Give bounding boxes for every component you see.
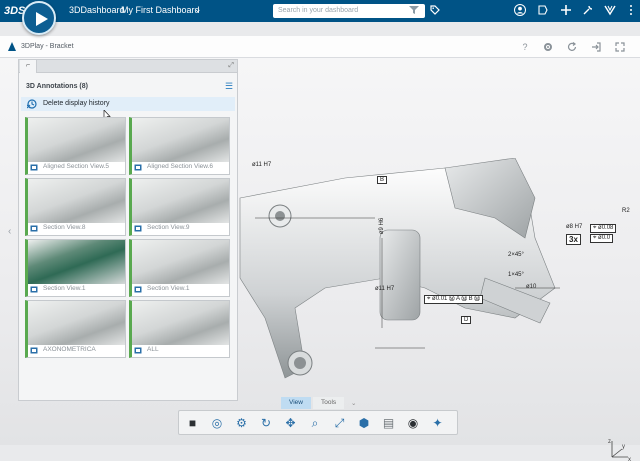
compass-tool-icon[interactable]: ✦ [430, 416, 445, 431]
add-icon[interactable] [560, 4, 572, 16]
thumbnail-preview [132, 240, 229, 284]
menu-icon[interactable]: ☰ [225, 81, 233, 92]
annotations-panel: ⌐ ⤢ 3D Annotations (8) ☰ Delete display … [18, 59, 238, 401]
rotate-icon[interactable]: ↻ [259, 416, 274, 431]
zoom-icon[interactable]: ⌕ [308, 416, 323, 431]
thumbnail-preview [28, 118, 125, 162]
top-bar: 3DS 3DDashboard My First Dashboard ⌄ Sea… [0, 0, 640, 22]
section-view-icon [30, 164, 38, 171]
maximize-icon[interactable] [615, 42, 625, 52]
annotation-label: ø8 H7 [566, 224, 583, 230]
annotation-thumbnail[interactable]: Section View.1 [25, 239, 126, 297]
tag-icon[interactable] [430, 5, 440, 15]
annotation-thumbnail[interactable]: ALL [129, 300, 230, 358]
help-icon[interactable]: ? [520, 42, 530, 52]
thumbnail-preview [28, 179, 125, 223]
compass-icon[interactable] [604, 4, 616, 16]
annotation-label: 1×45° [508, 272, 524, 278]
history-icon [27, 99, 37, 109]
annotation-thumbnail[interactable]: Section View.8 [25, 178, 126, 236]
section-view-icon [134, 164, 142, 171]
3d-viewport[interactable]: ‹ ⌐ ⤢ 3D Annotations (8) ☰ Delete displa… [0, 58, 640, 461]
share-icon[interactable] [537, 4, 549, 16]
bracket-3d-model[interactable] [235, 158, 565, 408]
annotation-label: ø11 H7 [252, 162, 272, 168]
axis-triad-icon: z y x [608, 439, 631, 461]
annotations-tab[interactable]: ⌐ [20, 60, 37, 73]
section-view-icon [30, 286, 38, 293]
measure-icon[interactable]: ◎ [210, 416, 225, 431]
annotation-thumbnail[interactable]: Section View.9 [129, 178, 230, 236]
tab-view[interactable]: View [281, 397, 311, 409]
thumbnail-label: Aligned Section View.5 [43, 163, 110, 170]
thumbnail-label: Section View.1 [147, 285, 190, 292]
collapse-panel-arrow[interactable]: ‹ [8, 226, 11, 237]
chevron-down-icon[interactable]: ⌄ [343, 397, 364, 409]
visibility-icon[interactable]: ◉ [406, 416, 421, 431]
delete-history-label: Delete display history [43, 100, 110, 107]
thumbnail-preview [28, 301, 125, 345]
annotation-thumbnail[interactable]: AXONOMETRICA [25, 300, 126, 358]
view-cube-icon[interactable]: ⬢ [357, 416, 372, 431]
feature-control-frame: ⌖ ø0.0 [590, 234, 614, 243]
annotation-thumbnail[interactable]: Section View.1 [129, 239, 230, 297]
settings-icon[interactable] [543, 42, 553, 52]
expand-icon[interactable]: ⤢ [228, 62, 234, 70]
chevron-down-icon[interactable]: ⌄ [194, 4, 202, 15]
annotation-label: ø10 [526, 284, 537, 290]
annotation-label: ø11 H7 [375, 286, 395, 292]
section-view-icon [30, 347, 38, 354]
brand-label: 3DDashboard [69, 5, 125, 15]
feature-control-frame: ⌖ ø0.01 Ⓜ A Ⓜ B Ⓜ [424, 295, 483, 304]
delete-display-history-button[interactable]: Delete display history [21, 97, 235, 111]
thumbnail-label: Section View.8 [43, 224, 86, 231]
fit-all-icon[interactable]: ⤢ [332, 416, 347, 431]
axis-x: x [628, 457, 631, 461]
panel-title: 3D Annotations (8) [26, 83, 88, 90]
section-icon[interactable]: ▤ [381, 416, 396, 431]
tab-tools[interactable]: Tools [313, 397, 345, 409]
display-mode-icon[interactable]: ■ [185, 416, 200, 431]
thumbnail-label: Aligned Section View.6 [147, 163, 214, 170]
axis-z: z [608, 439, 611, 445]
annotation-label: R2 [622, 208, 630, 214]
app-title: 3DPlay - Bracket [21, 43, 74, 50]
section-view-icon [30, 225, 38, 232]
refresh-icon[interactable] [567, 42, 577, 52]
thumbnail-label: AXONOMETRICA [43, 346, 96, 353]
play-icon [36, 12, 48, 26]
annotation-label: 2×45° [508, 252, 524, 258]
tools-icon[interactable] [582, 4, 594, 16]
annotation-icon[interactable]: ⚙ [234, 416, 249, 431]
app-header: 3DPlay - Bracket ? [0, 36, 640, 58]
datum-b-label: B [377, 176, 388, 184]
annotation-label: ø9 H6 [379, 217, 386, 235]
section-view-icon [134, 347, 142, 354]
dashboard-name[interactable]: My First Dashboard [121, 5, 200, 15]
annotation-thumbnail[interactable]: Aligned Section View.5 [25, 117, 126, 175]
count-label: 3x [566, 234, 581, 245]
pan-icon[interactable]: ✥ [283, 416, 298, 431]
section-view-icon [134, 286, 142, 293]
app-icon [8, 42, 16, 51]
user-icon[interactable] [514, 4, 526, 16]
annotation-thumbnail[interactable]: Aligned Section View.6 [129, 117, 230, 175]
panel-tab-strip: ⌐ ⤢ [19, 60, 237, 73]
feature-control-frame: ⌖ ø0.08 [590, 224, 617, 233]
more-icon[interactable] [626, 4, 636, 16]
thumbnail-preview [132, 179, 229, 223]
exit-icon[interactable] [591, 42, 601, 52]
section-view-icon [134, 225, 142, 232]
thumbnail-preview [132, 301, 229, 345]
action-bar: ■ ◎ ⚙ ↻ ✥ ⌕ ⤢ ⬢ ▤ ◉ ✦ [178, 410, 458, 435]
datum-d-label: D [461, 316, 472, 324]
3d-compass-button[interactable] [22, 1, 56, 35]
thumbnail-label: Section View.1 [43, 285, 86, 292]
thumbnail-label: Section View.9 [147, 224, 190, 231]
filter-icon[interactable] [409, 5, 419, 15]
thumbnail-label: ALL [147, 346, 159, 353]
search-input[interactable]: Search in your dashboard [273, 4, 425, 18]
thumbnail-preview [132, 118, 229, 162]
thumbnail-preview [28, 240, 125, 284]
